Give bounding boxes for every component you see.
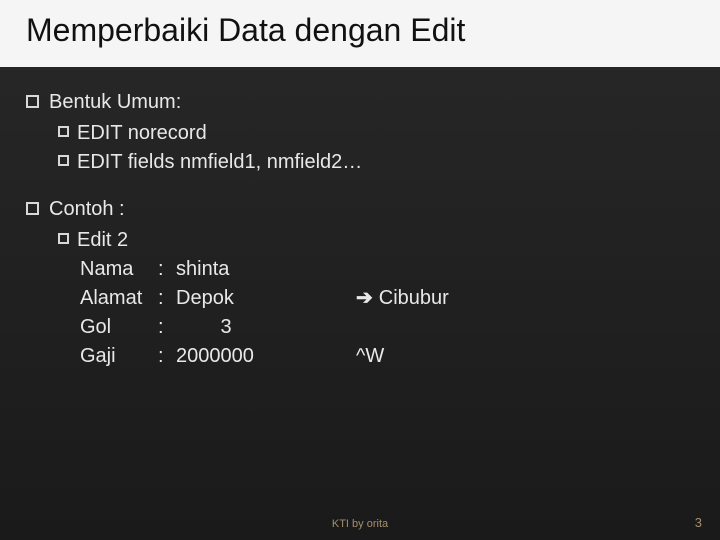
field-label: Gaji <box>80 343 158 370</box>
item-text: EDIT fields nmfield1, nmfield2… <box>77 149 362 176</box>
square-bullet-icon <box>26 95 39 108</box>
field-label: Gol <box>80 314 158 341</box>
footer-text: KTI by orita <box>0 518 720 530</box>
arrow-icon-annotation: Cibubur <box>356 285 449 312</box>
section-heading-text: Bentuk Umum: <box>49 89 181 116</box>
example-block: Nama : shinta Alamat : Depok Cibubur Gol… <box>80 256 694 370</box>
section-heading: Contoh : <box>26 196 694 223</box>
field-value: 2000000 <box>176 343 356 370</box>
item-text: Edit 2 <box>77 227 128 254</box>
example-row: Gol : 3 <box>80 314 694 341</box>
square-bullet-icon <box>58 233 69 244</box>
square-bullet-icon <box>26 202 39 215</box>
slide-content: Bentuk Umum: EDIT norecord EDIT fields n… <box>0 67 720 370</box>
field-separator: : <box>158 256 176 283</box>
field-annotation: ^W <box>356 343 384 370</box>
field-label: Nama <box>80 256 158 283</box>
list-item: Edit 2 <box>58 227 694 254</box>
footer-label: KTI by orita <box>332 518 388 530</box>
section-heading-text: Contoh : <box>49 196 125 223</box>
section-items: Edit 2 <box>58 227 694 254</box>
section-items: EDIT norecord EDIT fields nmfield1, nmfi… <box>58 120 694 176</box>
page-number: 3 <box>695 515 702 530</box>
field-separator: : <box>158 343 176 370</box>
page-number-text: 3 <box>695 515 702 530</box>
list-item: EDIT norecord <box>58 120 694 147</box>
list-item: EDIT fields nmfield1, nmfield2… <box>58 149 694 176</box>
example-row: Nama : shinta <box>80 256 694 283</box>
slide-title: Memperbaiki Data dengan Edit <box>0 0 720 67</box>
field-label: Alamat <box>80 285 158 312</box>
field-value: 3 <box>176 314 356 341</box>
field-separator: : <box>158 285 176 312</box>
item-text: EDIT norecord <box>77 120 207 147</box>
title-text: Memperbaiki Data dengan Edit <box>26 12 465 48</box>
example-row: Alamat : Depok Cibubur <box>80 285 694 312</box>
field-separator: : <box>158 314 176 341</box>
field-value: shinta <box>176 256 356 283</box>
section-heading: Bentuk Umum: <box>26 89 694 116</box>
square-bullet-icon <box>58 155 69 166</box>
field-value: Depok <box>176 285 356 312</box>
example-row: Gaji : 2000000 ^W <box>80 343 694 370</box>
square-bullet-icon <box>58 126 69 137</box>
